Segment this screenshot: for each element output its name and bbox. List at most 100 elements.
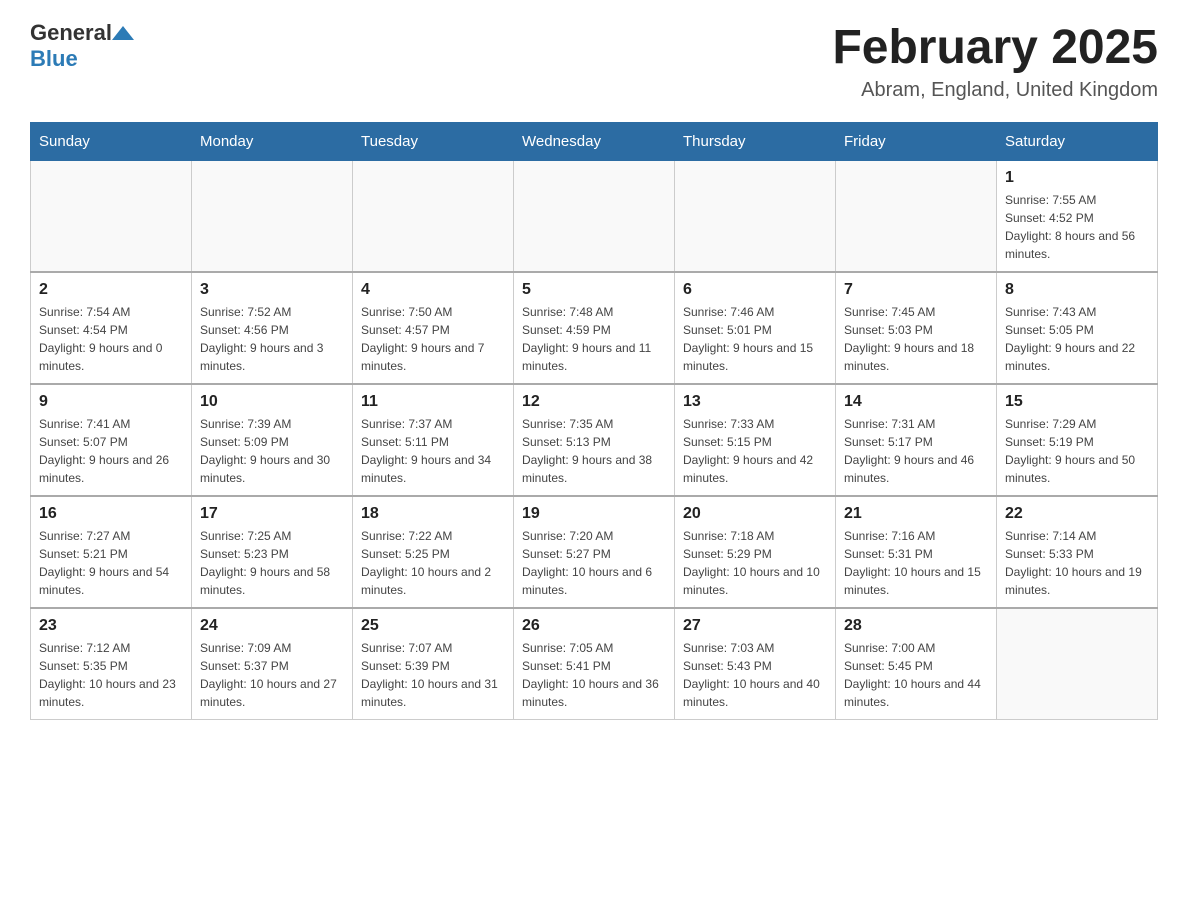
- calendar-cell: 20 Sunrise: 7:18 AMSunset: 5:29 PMDayligh…: [675, 496, 836, 608]
- weekday-header-saturday: Saturday: [997, 123, 1158, 161]
- calendar-cell: 14 Sunrise: 7:31 AMSunset: 5:17 PMDayligh…: [836, 384, 997, 496]
- weekday-header-row: SundayMondayTuesdayWednesdayThursdayFrid…: [31, 123, 1158, 161]
- day-number: 9: [39, 393, 183, 411]
- day-info: Sunrise: 7:00 AMSunset: 5:45 PMDaylight:…: [844, 639, 988, 711]
- day-number: 14: [844, 393, 988, 411]
- calendar-cell: 13 Sunrise: 7:33 AMSunset: 5:15 PMDayligh…: [675, 384, 836, 496]
- location-subtitle: Abram, England, United Kingdom: [832, 79, 1158, 102]
- day-info: Sunrise: 7:03 AMSunset: 5:43 PMDaylight:…: [683, 639, 827, 711]
- logo-triangle-icon: [112, 22, 134, 44]
- day-info: Sunrise: 7:33 AMSunset: 5:15 PMDaylight:…: [683, 415, 827, 487]
- weekday-header-thursday: Thursday: [675, 123, 836, 161]
- day-number: 6: [683, 281, 827, 299]
- calendar-cell: 15 Sunrise: 7:29 AMSunset: 5:19 PMDayligh…: [997, 384, 1158, 496]
- day-number: 22: [1005, 505, 1149, 523]
- day-number: 24: [200, 617, 344, 635]
- day-info: Sunrise: 7:39 AMSunset: 5:09 PMDaylight:…: [200, 415, 344, 487]
- calendar-cell: 1 Sunrise: 7:55 AMSunset: 4:52 PMDaylight…: [997, 161, 1158, 273]
- day-info: Sunrise: 7:12 AMSunset: 5:35 PMDaylight:…: [39, 639, 183, 711]
- weekday-header-friday: Friday: [836, 123, 997, 161]
- day-info: Sunrise: 7:35 AMSunset: 5:13 PMDaylight:…: [522, 415, 666, 487]
- calendar-cell: 19Sunrise: 7:20 AMSunset: 5:27 PMDayligh…: [514, 496, 675, 608]
- weekday-header-monday: Monday: [192, 123, 353, 161]
- day-info: Sunrise: 7:46 AMSunset: 5:01 PMDaylight:…: [683, 303, 827, 375]
- day-info: Sunrise: 7:50 AMSunset: 4:57 PMDaylight:…: [361, 303, 505, 375]
- calendar-cell: 22Sunrise: 7:14 AMSunset: 5:33 PMDayligh…: [997, 496, 1158, 608]
- month-title: February 2025: [832, 20, 1158, 75]
- day-number: 23: [39, 617, 183, 635]
- calendar-cell: 25 Sunrise: 7:07 AMSunset: 5:39 PMDayligh…: [353, 608, 514, 720]
- calendar-week-row: 2Sunrise: 7:54 AMSunset: 4:54 PMDaylight…: [31, 272, 1158, 384]
- day-number: 8: [1005, 281, 1149, 299]
- calendar-cell: 9 Sunrise: 7:41 AMSunset: 5:07 PMDaylight…: [31, 384, 192, 496]
- day-number: 4: [361, 281, 505, 299]
- day-info: Sunrise: 7:55 AMSunset: 4:52 PMDaylight:…: [1005, 191, 1149, 263]
- calendar-cell: 26 Sunrise: 7:05 AMSunset: 5:41 PMDayligh…: [514, 608, 675, 720]
- day-info: Sunrise: 7:54 AMSunset: 4:54 PMDaylight:…: [39, 303, 183, 375]
- day-number: 3: [200, 281, 344, 299]
- day-info: Sunrise: 7:18 AMSunset: 5:29 PMDaylight:…: [683, 527, 827, 599]
- day-number: 13: [683, 393, 827, 411]
- day-number: 15: [1005, 393, 1149, 411]
- calendar-cell: 3 Sunrise: 7:52 AMSunset: 4:56 PMDaylight…: [192, 272, 353, 384]
- day-number: 17: [200, 505, 344, 523]
- weekday-header-tuesday: Tuesday: [353, 123, 514, 161]
- day-info: Sunrise: 7:41 AMSunset: 5:07 PMDaylight:…: [39, 415, 183, 487]
- day-number: 21: [844, 505, 988, 523]
- day-info: Sunrise: 7:31 AMSunset: 5:17 PMDaylight:…: [844, 415, 988, 487]
- weekday-header-sunday: Sunday: [31, 123, 192, 161]
- calendar-cell: 24Sunrise: 7:09 AMSunset: 5:37 PMDayligh…: [192, 608, 353, 720]
- calendar-cell: [192, 161, 353, 273]
- day-info: Sunrise: 7:48 AMSunset: 4:59 PMDaylight:…: [522, 303, 666, 375]
- day-number: 7: [844, 281, 988, 299]
- calendar-cell: 27Sunrise: 7:03 AMSunset: 5:43 PMDayligh…: [675, 608, 836, 720]
- day-info: Sunrise: 7:45 AMSunset: 5:03 PMDaylight:…: [844, 303, 988, 375]
- day-number: 10: [200, 393, 344, 411]
- page-header: General Blue February 2025 Abram, Englan…: [30, 20, 1158, 102]
- calendar-week-row: 1 Sunrise: 7:55 AMSunset: 4:52 PMDaylight…: [31, 161, 1158, 273]
- day-info: Sunrise: 7:05 AMSunset: 5:41 PMDaylight:…: [522, 639, 666, 711]
- day-info: Sunrise: 7:16 AMSunset: 5:31 PMDaylight:…: [844, 527, 988, 599]
- calendar-cell: 23 Sunrise: 7:12 AMSunset: 5:35 PMDayligh…: [31, 608, 192, 720]
- calendar-cell: [836, 161, 997, 273]
- calendar-cell: 21 Sunrise: 7:16 AMSunset: 5:31 PMDayligh…: [836, 496, 997, 608]
- day-info: Sunrise: 7:37 AMSunset: 5:11 PMDaylight:…: [361, 415, 505, 487]
- day-info: Sunrise: 7:22 AMSunset: 5:25 PMDaylight:…: [361, 527, 505, 599]
- calendar-cell: 18 Sunrise: 7:22 AMSunset: 5:25 PMDayligh…: [353, 496, 514, 608]
- calendar-cell: 7 Sunrise: 7:45 AMSunset: 5:03 PMDaylight…: [836, 272, 997, 384]
- calendar-cell: 12Sunrise: 7:35 AMSunset: 5:13 PMDayligh…: [514, 384, 675, 496]
- day-number: 25: [361, 617, 505, 635]
- calendar-cell: 6 Sunrise: 7:46 AMSunset: 5:01 PMDaylight…: [675, 272, 836, 384]
- day-number: 5: [522, 281, 666, 299]
- day-info: Sunrise: 7:43 AMSunset: 5:05 PMDaylight:…: [1005, 303, 1149, 375]
- weekday-header-wednesday: Wednesday: [514, 123, 675, 161]
- calendar-cell: [997, 608, 1158, 720]
- day-number: 20: [683, 505, 827, 523]
- day-info: Sunrise: 7:07 AMSunset: 5:39 PMDaylight:…: [361, 639, 505, 711]
- day-number: 19: [522, 505, 666, 523]
- day-number: 28: [844, 617, 988, 635]
- calendar-cell: 28 Sunrise: 7:00 AMSunset: 5:45 PMDayligh…: [836, 608, 997, 720]
- calendar-cell: 2Sunrise: 7:54 AMSunset: 4:54 PMDaylight…: [31, 272, 192, 384]
- calendar-cell: 4 Sunrise: 7:50 AMSunset: 4:57 PMDaylight…: [353, 272, 514, 384]
- day-number: 26: [522, 617, 666, 635]
- calendar-cell: [675, 161, 836, 273]
- calendar-week-row: 23 Sunrise: 7:12 AMSunset: 5:35 PMDayligh…: [31, 608, 1158, 720]
- calendar-cell: [514, 161, 675, 273]
- calendar-cell: 16Sunrise: 7:27 AMSunset: 5:21 PMDayligh…: [31, 496, 192, 608]
- day-number: 16: [39, 505, 183, 523]
- logo-blue-text: Blue: [30, 46, 78, 71]
- logo: General Blue: [30, 20, 134, 72]
- day-number: 1: [1005, 169, 1149, 187]
- day-info: Sunrise: 7:29 AMSunset: 5:19 PMDaylight:…: [1005, 415, 1149, 487]
- calendar-week-row: 9 Sunrise: 7:41 AMSunset: 5:07 PMDaylight…: [31, 384, 1158, 496]
- calendar-cell: 5 Sunrise: 7:48 AMSunset: 4:59 PMDaylight…: [514, 272, 675, 384]
- day-number: 11: [361, 393, 505, 411]
- calendar-cell: 17 Sunrise: 7:25 AMSunset: 5:23 PMDayligh…: [192, 496, 353, 608]
- day-number: 18: [361, 505, 505, 523]
- title-section: February 2025 Abram, England, United Kin…: [832, 20, 1158, 102]
- calendar-week-row: 16Sunrise: 7:27 AMSunset: 5:21 PMDayligh…: [31, 496, 1158, 608]
- day-info: Sunrise: 7:52 AMSunset: 4:56 PMDaylight:…: [200, 303, 344, 375]
- day-info: Sunrise: 7:25 AMSunset: 5:23 PMDaylight:…: [200, 527, 344, 599]
- calendar-cell: [31, 161, 192, 273]
